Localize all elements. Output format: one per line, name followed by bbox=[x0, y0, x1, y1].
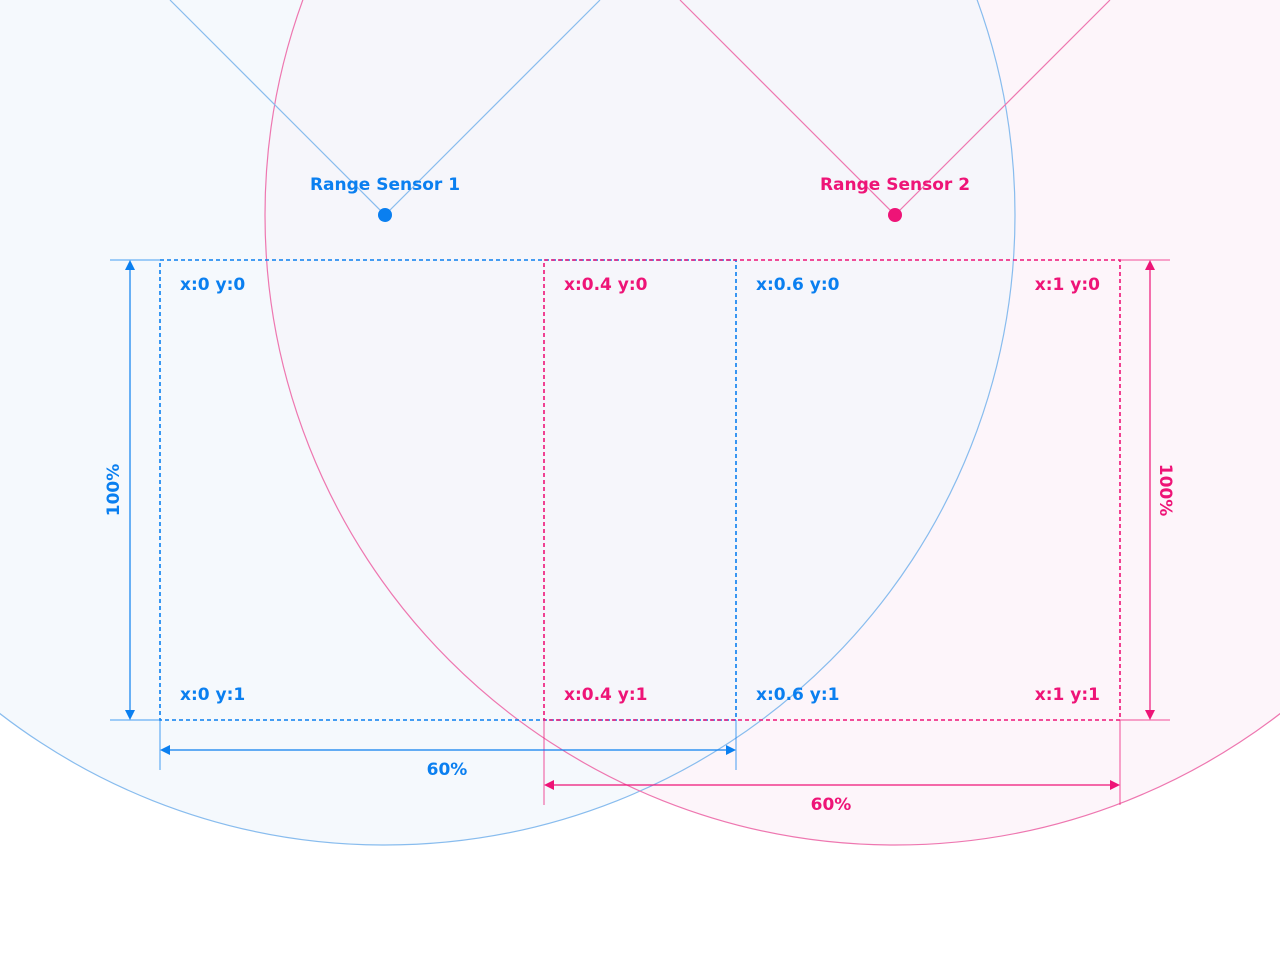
sensor1-width-label: 60% bbox=[427, 760, 468, 780]
sensor1-corner-top-right: x:0.6 y:0 bbox=[756, 275, 840, 295]
sensor2-corner-bottom-left: x:0.4 y:1 bbox=[564, 685, 648, 705]
sensor2-corner-top-left: x:0.4 y:0 bbox=[564, 275, 648, 295]
sensor1-corner-bottom-left: x:0 y:1 bbox=[180, 685, 245, 705]
sensor2-corner-bottom-right: x:1 y:1 bbox=[1035, 685, 1100, 705]
sensor2-corner-top-right: x:1 y:0 bbox=[1035, 275, 1100, 295]
sensor2-height-label: 100% bbox=[1155, 464, 1175, 517]
sensor1-corner-top-left: x:0 y:0 bbox=[180, 275, 245, 295]
sensor1-corner-bottom-right: x:0.6 y:1 bbox=[756, 685, 840, 705]
sensor1-dot bbox=[378, 208, 392, 222]
sensor-coverage-diagram: Range Sensor 1 Range Sensor 2 x:0 y:0 x:… bbox=[0, 0, 1280, 846]
sensor1-height-label: 100% bbox=[104, 464, 124, 517]
sensor2-dot bbox=[888, 208, 902, 222]
sensor2-label: Range Sensor 2 bbox=[820, 175, 970, 195]
sensor2-width-label: 60% bbox=[811, 795, 852, 815]
sensor1-label: Range Sensor 1 bbox=[310, 175, 460, 195]
